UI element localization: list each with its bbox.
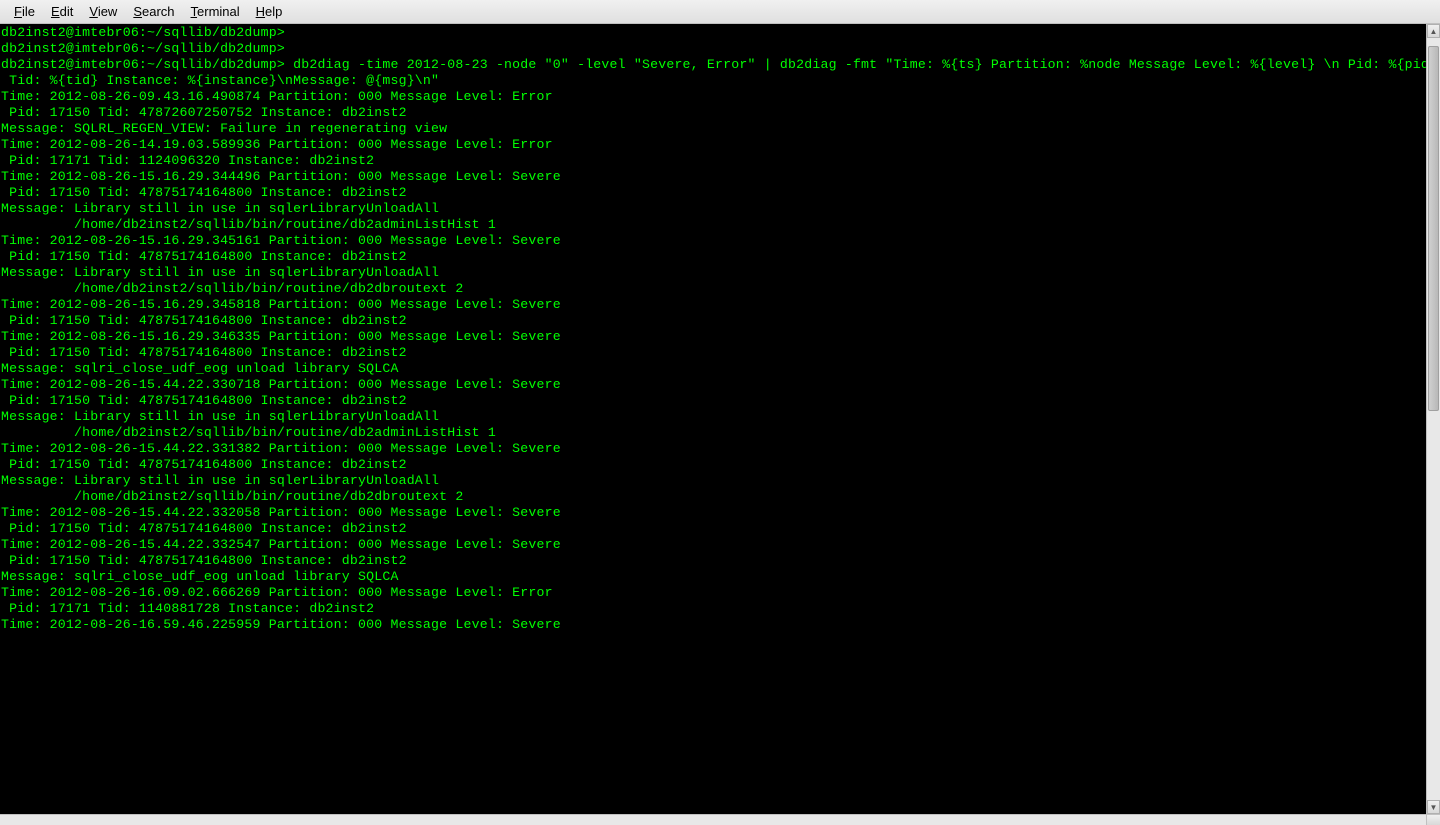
terminal-line: Time: 2012-08-26-16.09.02.666269 Partiti…	[1, 585, 1426, 601]
terminal-line: Time: 2012-08-26-15.44.22.332547 Partiti…	[1, 537, 1426, 553]
terminal-line: Pid: 17150 Tid: 47875174164800 Instance:…	[1, 393, 1426, 409]
terminal-line: Time: 2012-08-26-15.16.29.345161 Partiti…	[1, 233, 1426, 249]
terminal-line: db2inst2@imtebr06:~/sqllib/db2dump>	[1, 25, 1426, 41]
terminal-line: db2inst2@imtebr06:~/sqllib/db2dump> db2d…	[1, 57, 1426, 73]
menu-file[interactable]: File	[6, 2, 43, 21]
terminal-line: /home/db2inst2/sqllib/bin/routine/db2adm…	[1, 217, 1426, 233]
menu-file-rest: ile	[22, 4, 35, 19]
terminal-line: Message: sqlri_close_udf_eog unload libr…	[1, 361, 1426, 377]
bottom-status-bar	[0, 814, 1440, 825]
terminal-line: Pid: 17150 Tid: 47875174164800 Instance:…	[1, 457, 1426, 473]
terminal-line: db2inst2@imtebr06:~/sqllib/db2dump>	[1, 41, 1426, 57]
terminal-line: Pid: 17150 Tid: 47872607250752 Instance:…	[1, 105, 1426, 121]
menu-view-rest: iew	[98, 4, 118, 19]
menu-search-rest: earch	[142, 4, 175, 19]
menubar: File Edit View Search Terminal Help	[0, 0, 1440, 24]
terminal-line: Pid: 17171 Tid: 1124096320 Instance: db2…	[1, 153, 1426, 169]
terminal-line: Pid: 17171 Tid: 1140881728 Instance: db2…	[1, 601, 1426, 617]
terminal-line: Tid: %{tid} Instance: %{instance}\nMessa…	[1, 73, 1426, 89]
terminal-line: Time: 2012-08-26-15.16.29.345818 Partiti…	[1, 297, 1426, 313]
terminal-line: Time: 2012-08-26-15.16.29.344496 Partiti…	[1, 169, 1426, 185]
terminal-line: Time: 2012-08-26-15.44.22.331382 Partiti…	[1, 441, 1426, 457]
terminal-line: Time: 2012-08-26-09.43.16.490874 Partiti…	[1, 89, 1426, 105]
terminal-line: Time: 2012-08-26-15.44.22.332058 Partiti…	[1, 505, 1426, 521]
terminal-line: /home/db2inst2/sqllib/bin/routine/db2adm…	[1, 425, 1426, 441]
terminal-line: Message: sqlri_close_udf_eog unload libr…	[1, 569, 1426, 585]
terminal-line: Pid: 17150 Tid: 47875174164800 Instance:…	[1, 313, 1426, 329]
terminal-line: /home/db2inst2/sqllib/bin/routine/db2dbr…	[1, 281, 1426, 297]
menu-view[interactable]: View	[81, 2, 125, 21]
terminal-line: Pid: 17150 Tid: 47875174164800 Instance:…	[1, 345, 1426, 361]
menu-edit[interactable]: Edit	[43, 2, 81, 21]
scrollbar-track[interactable]	[1427, 38, 1440, 800]
terminal-line: Time: 2012-08-26-15.44.22.330718 Partiti…	[1, 377, 1426, 393]
terminal-container: db2inst2@imtebr06:~/sqllib/db2dump>db2in…	[0, 24, 1440, 814]
terminal-line: Message: SQLRL_REGEN_VIEW: Failure in re…	[1, 121, 1426, 137]
resize-grip[interactable]	[1426, 815, 1440, 825]
terminal-line: Pid: 17150 Tid: 47875174164800 Instance:…	[1, 185, 1426, 201]
terminal-line: Time: 2012-08-26-16.59.46.225959 Partiti…	[1, 617, 1426, 633]
menu-help[interactable]: Help	[248, 2, 291, 21]
scrollbar-down-button[interactable]: ▼	[1427, 800, 1440, 814]
menu-edit-rest: dit	[60, 4, 74, 19]
terminal-line: Message: Library still in use in sqlerLi…	[1, 473, 1426, 489]
menu-terminal-rest: erminal	[197, 4, 240, 19]
scrollbar-thumb[interactable]	[1428, 46, 1439, 412]
terminal-line: Pid: 17150 Tid: 47875174164800 Instance:…	[1, 249, 1426, 265]
scrollbar-up-button[interactable]: ▲	[1427, 24, 1440, 38]
terminal-line: Time: 2012-08-26-14.19.03.589936 Partiti…	[1, 137, 1426, 153]
vertical-scrollbar[interactable]: ▲ ▼	[1426, 24, 1440, 814]
menu-help-rest: elp	[265, 4, 282, 19]
terminal-line: Time: 2012-08-26-15.16.29.346335 Partiti…	[1, 329, 1426, 345]
terminal-line: Pid: 17150 Tid: 47875174164800 Instance:…	[1, 553, 1426, 569]
menu-terminal[interactable]: Terminal	[183, 2, 248, 21]
terminal-line: Message: Library still in use in sqlerLi…	[1, 409, 1426, 425]
terminal-line: Message: Library still in use in sqlerLi…	[1, 265, 1426, 281]
menu-search[interactable]: Search	[125, 2, 182, 21]
terminal-line: Message: Library still in use in sqlerLi…	[1, 201, 1426, 217]
terminal-line: /home/db2inst2/sqllib/bin/routine/db2dbr…	[1, 489, 1426, 505]
terminal-line: Pid: 17150 Tid: 47875174164800 Instance:…	[1, 521, 1426, 537]
terminal-output[interactable]: db2inst2@imtebr06:~/sqllib/db2dump>db2in…	[0, 24, 1426, 814]
